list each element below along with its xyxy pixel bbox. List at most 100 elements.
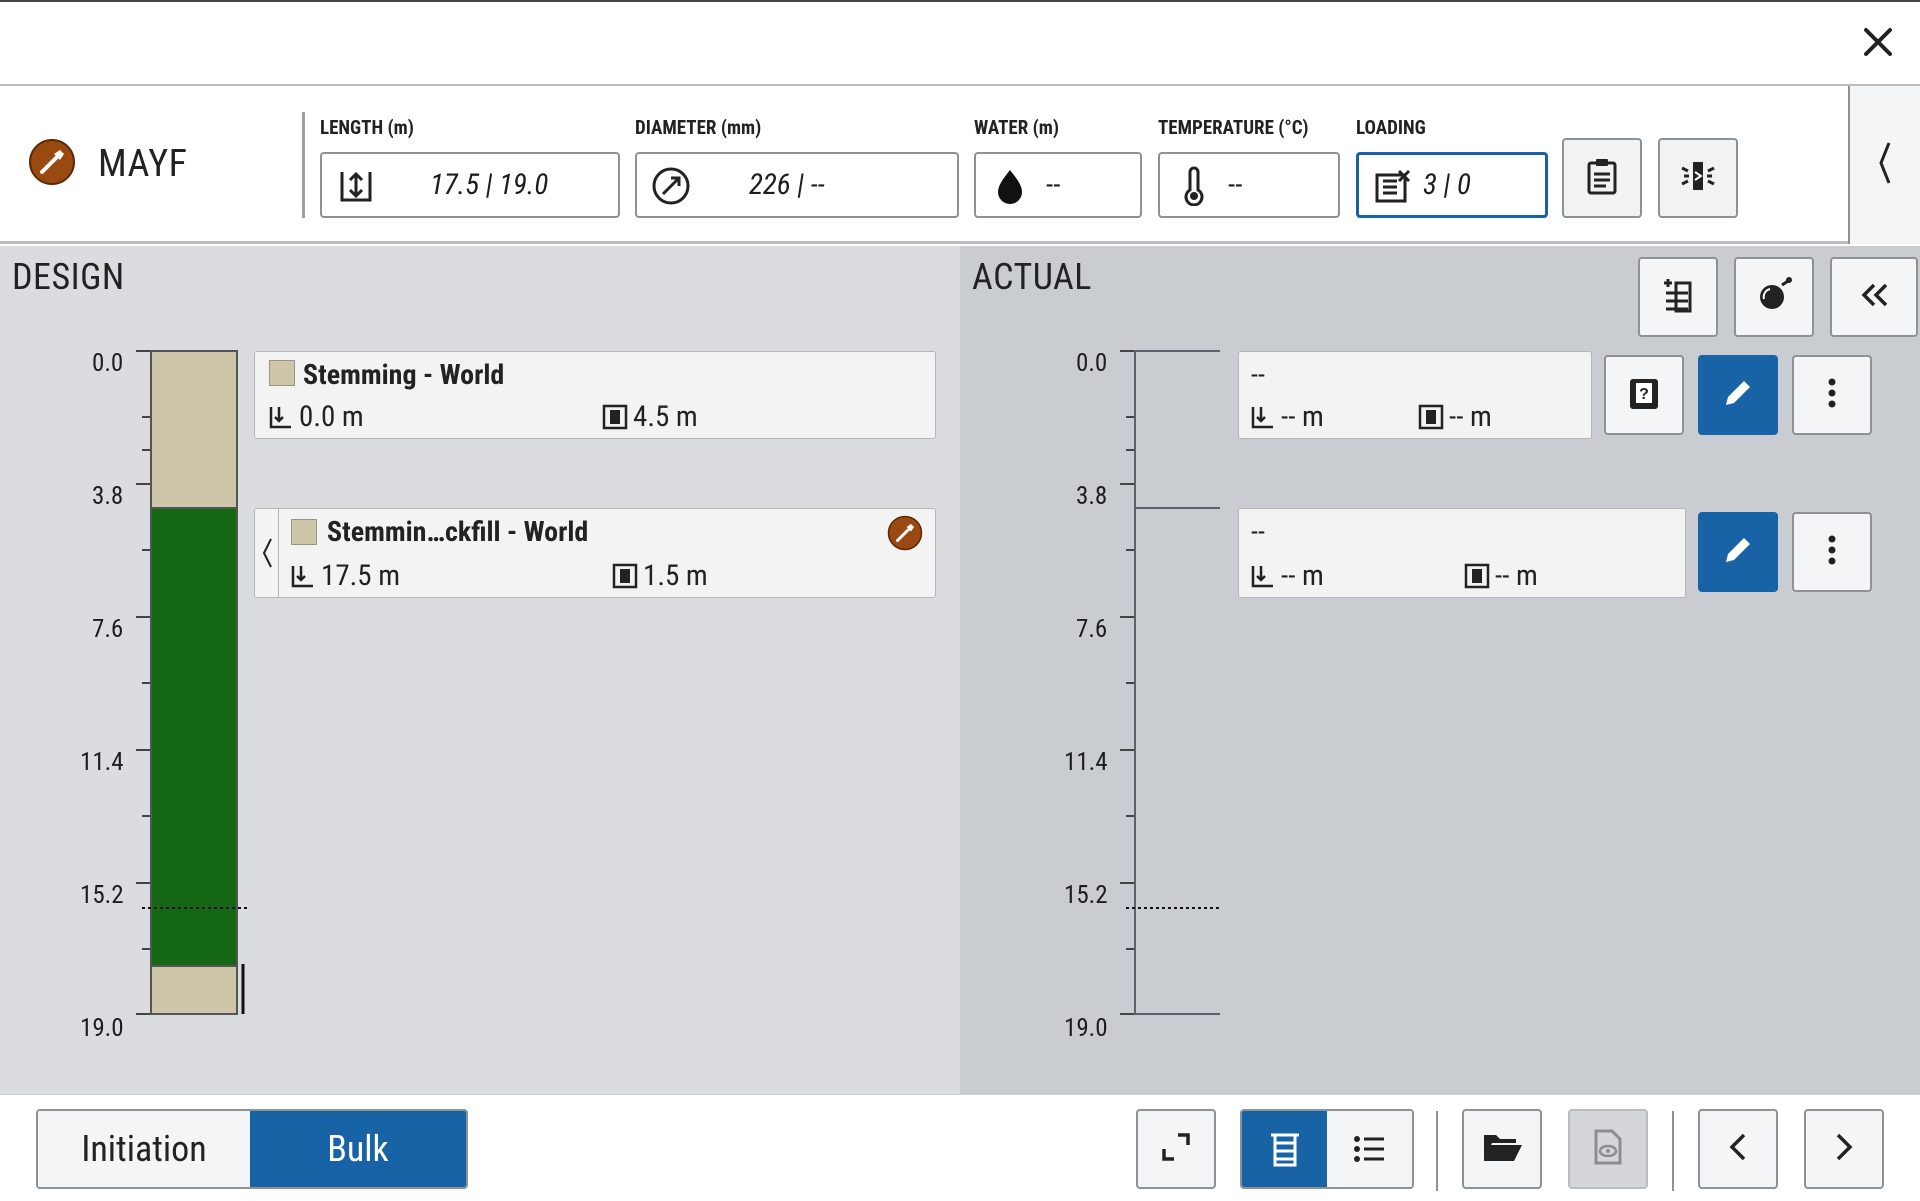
prime-button[interactable]: [1734, 257, 1814, 337]
blast-icon: [1678, 156, 1718, 200]
list-icon: [1353, 1136, 1384, 1162]
temperature-caption: TEMPERATURE (°C): [1158, 116, 1309, 139]
stemming-backfill-segment: [150, 965, 238, 1015]
actual-deck-card[interactable]: -- -- m -- m: [1238, 351, 1592, 439]
loading-icon: [1373, 167, 1413, 207]
clipboard-button[interactable]: [1562, 138, 1642, 218]
deck-more-button[interactable]: [1792, 355, 1872, 435]
deck-length-icon: [1418, 404, 1444, 430]
add-deck-button[interactable]: [1638, 257, 1718, 337]
diameter-field: DIAMETER (mm) 226 | --: [635, 116, 959, 218]
deck-top-metric: 0.0 m: [267, 400, 364, 434]
document-preview-icon: [1588, 1127, 1628, 1171]
actual-hole-column: [1120, 350, 1220, 1015]
hole-name: MAYF: [98, 142, 188, 186]
more-vertical-icon: [1812, 530, 1852, 574]
deck-title: --: [1251, 358, 1265, 391]
more-vertical-icon: [1812, 373, 1852, 417]
close-icon[interactable]: [1858, 22, 1898, 62]
design-hole-column: [136, 350, 248, 1015]
deck-length-metric: -- m: [1417, 400, 1492, 434]
length-input[interactable]: 17.5 | 19.0: [320, 152, 620, 218]
explosive-deck-segment: [150, 507, 238, 967]
fullscreen-button[interactable]: [1136, 1109, 1216, 1189]
deck-length-metric: -- m: [1463, 559, 1538, 593]
edit-deck-button[interactable]: [1698, 355, 1778, 435]
collapse-actual-button[interactable]: [1830, 257, 1918, 337]
deck-expand-handle[interactable]: [255, 509, 279, 597]
blast-button[interactable]: [1658, 138, 1738, 218]
temperature-input[interactable]: --: [1158, 152, 1340, 218]
top-bar: [0, 0, 1920, 86]
deck-length-metric: 4.5 m: [601, 400, 698, 434]
loading-caption: LOADING: [1356, 116, 1426, 139]
length-caption: LENGTH (m): [320, 116, 414, 139]
svg-text:?: ?: [1639, 386, 1649, 403]
actual-panel: ACTUAL 0.0 3.8 7.6 11.4 15.2 19.0 -- -- …: [960, 246, 1920, 1094]
diameter-icon: [651, 166, 691, 206]
toolbar-divider: [1672, 1111, 1674, 1191]
deck-top-metric: -- m: [1249, 400, 1324, 434]
chevron-left-icon: [1718, 1127, 1758, 1171]
tab-initiation[interactable]: Initiation: [38, 1111, 250, 1187]
chevron-right-icon: [1824, 1127, 1864, 1171]
column-view-button[interactable]: [1242, 1111, 1327, 1187]
deck-title: Stemming - World: [303, 358, 505, 391]
deck-length-icon: [1464, 563, 1490, 589]
stemming-swatch: [269, 360, 295, 386]
list-view-button[interactable]: [1327, 1111, 1412, 1187]
water-field: WATER (m) --: [974, 116, 1142, 218]
loading-value: 3 | 0: [1423, 168, 1471, 202]
mode-segmented-control: Initiation Bulk: [36, 1109, 468, 1189]
next-hole-button[interactable]: [1804, 1109, 1884, 1189]
clipboard-icon: [1582, 156, 1622, 200]
temperature-value: --: [1228, 168, 1243, 202]
bottom-toolbar: Initiation Bulk: [0, 1094, 1920, 1201]
header-divider: [302, 112, 305, 218]
previous-hole-button[interactable]: [1698, 1109, 1778, 1189]
tab-bulk[interactable]: Bulk: [250, 1111, 466, 1187]
collapse-side-panel-button[interactable]: [1848, 86, 1920, 244]
open-folder-button[interactable]: [1462, 1109, 1542, 1189]
deck-top-icon: [1251, 407, 1273, 429]
deck-top-metric: -- m: [1249, 559, 1324, 593]
loading-input[interactable]: 3 | 0: [1356, 152, 1548, 218]
diameter-input[interactable]: 226 | --: [635, 152, 959, 218]
length-icon: [336, 166, 376, 206]
thermometer-icon: [1174, 166, 1214, 207]
column-view-icon: [1270, 1133, 1299, 1167]
deck-title: Stemmin…ckfill - World: [327, 515, 589, 548]
expand-icon: [1156, 1127, 1196, 1171]
loading-field: LOADING 3 | 0: [1356, 116, 1548, 218]
deck-length-icon: [602, 404, 628, 430]
chevron-left-icon: [1873, 139, 1897, 191]
shovel-badge-icon: [28, 138, 76, 190]
diameter-caption: DIAMETER (mm): [635, 116, 762, 139]
length-value: 17.5 | 19.0: [430, 168, 549, 202]
design-deck-card[interactable]: Stemmin…ckfill - World 17.5 m 1.5 m: [254, 508, 936, 598]
length-field: LENGTH (m) 17.5 | 19.0: [320, 116, 620, 218]
pencil-icon: [1718, 373, 1758, 417]
actual-deck-card[interactable]: -- -- m -- m: [1238, 508, 1686, 598]
hole-header: MAYF LENGTH (m) 17.5 | 19.0 DIAMETER (mm…: [0, 86, 1920, 244]
edit-deck-button[interactable]: [1698, 512, 1778, 592]
design-panel: DESIGN 0.0 3.8 7.6 11.4 15.2 19.0 Stemmi…: [0, 246, 960, 1094]
design-deck-card[interactable]: Stemming - World 0.0 m 4.5 m: [254, 351, 936, 439]
deck-length-icon: [612, 563, 638, 589]
chevron-left-icon: [262, 538, 272, 568]
water-input[interactable]: --: [974, 152, 1142, 218]
view-toggle: [1240, 1109, 1414, 1189]
primer-icon: [1754, 275, 1794, 319]
toolbar-divider: [1436, 1111, 1438, 1191]
pencil-icon: [1718, 530, 1758, 574]
deck-length-metric: 1.5 m: [611, 559, 708, 593]
preview-document-button[interactable]: [1568, 1109, 1648, 1189]
deck-top-metric: 17.5 m: [289, 559, 400, 593]
deck-type-button[interactable]: ?: [1604, 355, 1684, 435]
deck-top-icon: [1251, 566, 1273, 588]
double-chevron-left-icon: [1854, 275, 1894, 319]
stemming-swatch: [291, 519, 317, 545]
water-caption: WATER (m): [974, 116, 1059, 139]
diameter-value: 226 | --: [749, 168, 825, 202]
deck-more-button[interactable]: [1792, 512, 1872, 592]
